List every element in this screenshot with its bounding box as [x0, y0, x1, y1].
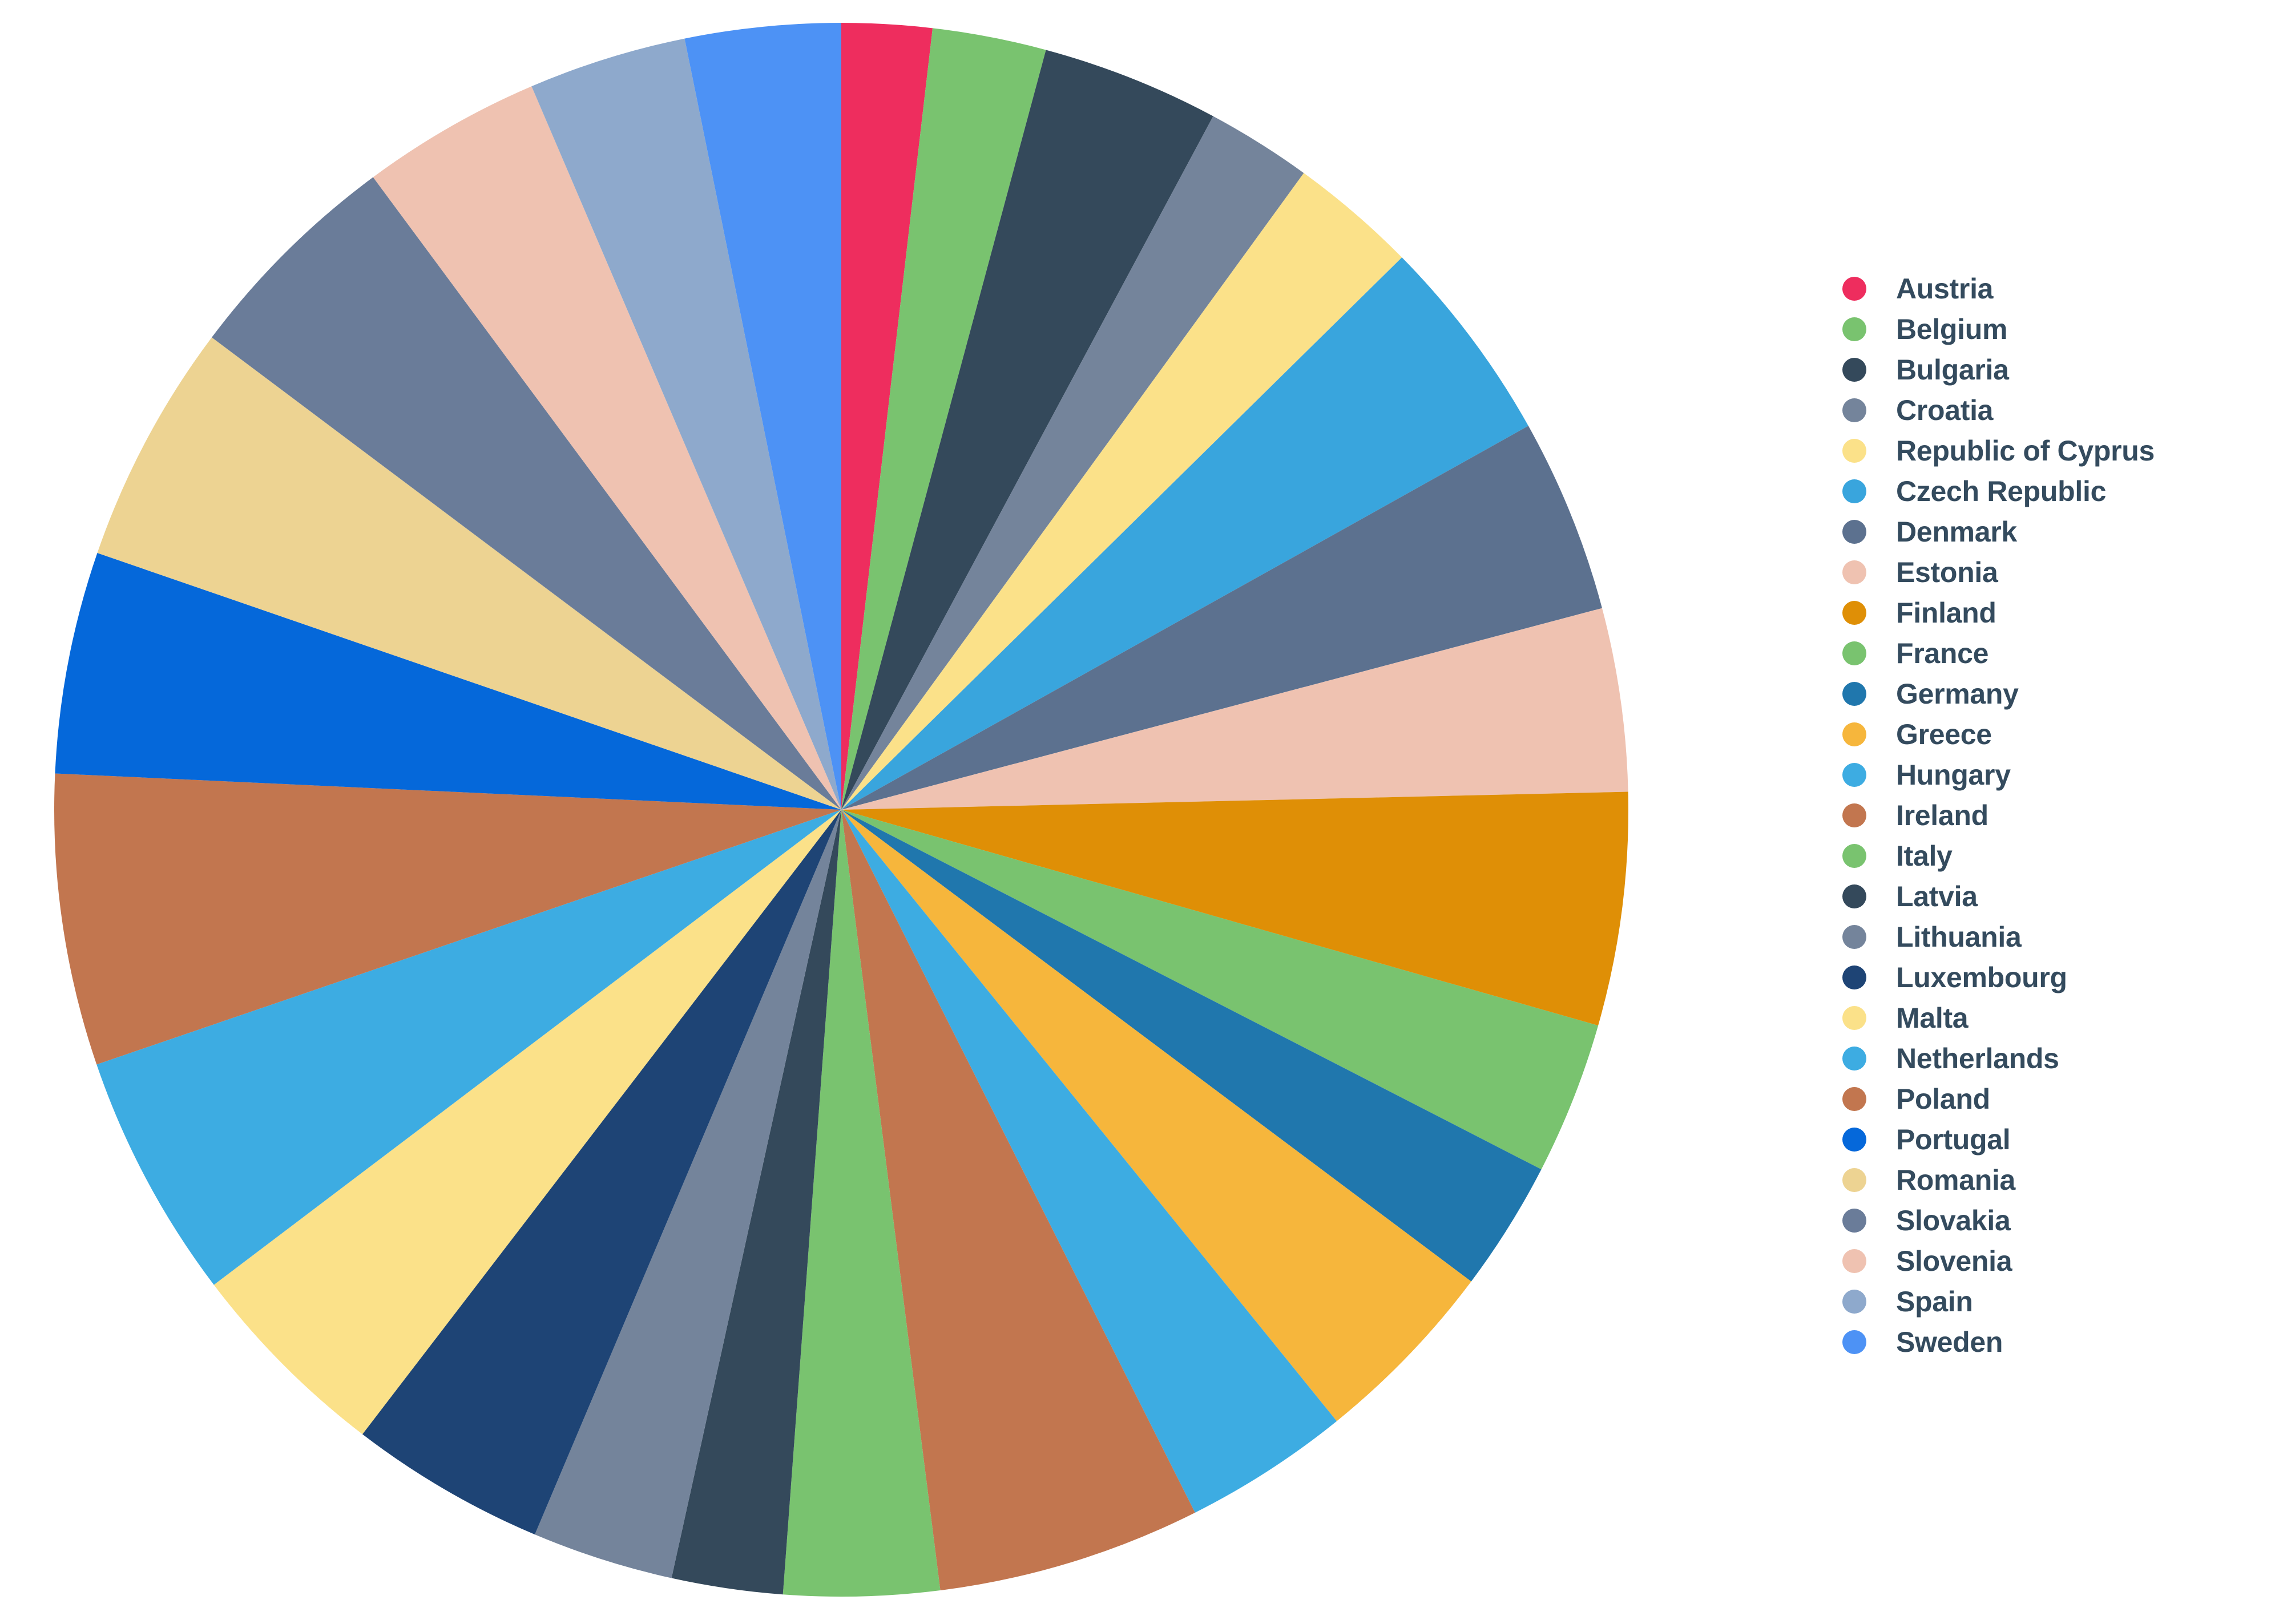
legend-item-label: Latvia [1896, 880, 1978, 912]
legend-color-swatch-icon [1842, 357, 1866, 382]
legend-item[interactable]: Netherlands [1842, 1038, 2276, 1078]
legend-color-swatch-icon [1842, 722, 1866, 746]
legend-item-label: Czech Republic [1896, 475, 2107, 507]
legend-item[interactable]: Lithuania [1842, 916, 2276, 957]
legend-item[interactable]: Denmark [1842, 511, 2276, 552]
legend-item-label: Croatia [1896, 394, 1994, 426]
legend-color-swatch-icon [1842, 884, 1866, 908]
legend-item[interactable]: Luxembourg [1842, 957, 2276, 997]
legend-color-swatch-icon [1842, 1249, 1866, 1273]
legend-item-label: Sweden [1896, 1326, 2003, 1358]
legend-item[interactable]: Finland [1842, 592, 2276, 633]
legend-item[interactable]: Republic of Cyprus [1842, 430, 2276, 471]
legend-item[interactable]: Romania [1842, 1160, 2276, 1200]
legend-color-swatch-icon [1842, 276, 1866, 301]
legend-item[interactable]: Poland [1842, 1078, 2276, 1119]
legend-item[interactable]: Latvia [1842, 876, 2276, 916]
legend-item-label: Austria [1896, 272, 1994, 305]
legend-item[interactable]: Portugal [1842, 1119, 2276, 1160]
legend-item[interactable]: France [1842, 633, 2276, 673]
legend-item-label: Denmark [1896, 515, 2017, 548]
legend-item-label: Spain [1896, 1285, 1973, 1318]
legend-color-swatch-icon [1842, 1330, 1866, 1354]
legend-item-label: Hungary [1896, 758, 2011, 791]
pie-chart-area [0, 0, 1769, 1624]
legend-item-label: Lithuania [1896, 920, 2022, 953]
legend-item-label: Bulgaria [1896, 353, 2009, 386]
legend-item[interactable]: Slovakia [1842, 1200, 2276, 1241]
legend-color-swatch-icon [1842, 600, 1866, 625]
legend-item-label: Luxembourg [1896, 961, 2067, 993]
legend-color-swatch-icon [1842, 1127, 1866, 1152]
legend-color-swatch-icon [1842, 1208, 1866, 1233]
legend-item-label: Portugal [1896, 1123, 2011, 1156]
legend-item[interactable]: Spain [1842, 1281, 2276, 1322]
legend-color-swatch-icon [1842, 519, 1866, 544]
legend-color-swatch-icon [1842, 762, 1866, 787]
legend-color-swatch-icon [1842, 965, 1866, 989]
legend-item-label: Belgium [1896, 313, 2008, 345]
legend-color-swatch-icon [1842, 641, 1866, 665]
legend-item-label: Germany [1896, 677, 2019, 710]
legend-color-swatch-icon [1842, 924, 1866, 949]
legend-item[interactable]: Hungary [1842, 754, 2276, 795]
legend-item[interactable]: Belgium [1842, 309, 2276, 349]
legend-color-swatch-icon [1842, 1167, 1866, 1192]
legend-color-swatch-icon [1842, 843, 1866, 868]
legend-item-label: Ireland [1896, 799, 1988, 831]
legend-item[interactable]: Ireland [1842, 795, 2276, 835]
legend-color-swatch-icon [1842, 1046, 1866, 1070]
legend-item[interactable]: Austria [1842, 268, 2276, 309]
legend-item-label: Poland [1896, 1082, 1990, 1115]
legend-color-swatch-icon [1842, 398, 1866, 422]
legend-item-label: Estonia [1896, 556, 1998, 588]
legend-item-label: Romania [1896, 1164, 2016, 1196]
legend-item[interactable]: Germany [1842, 673, 2276, 714]
legend-color-swatch-icon [1842, 681, 1866, 706]
pie-slices-group [54, 23, 1628, 1597]
legend-item-label: Republic of Cyprus [1896, 434, 2155, 467]
legend-item-label: France [1896, 637, 1989, 669]
legend-color-swatch-icon [1842, 803, 1866, 827]
legend-color-swatch-icon [1842, 1005, 1866, 1030]
legend-item-label: Slovakia [1896, 1204, 2011, 1237]
legend-color-swatch-icon [1842, 1289, 1866, 1314]
legend-item-label: Netherlands [1896, 1042, 2059, 1074]
legend-item[interactable]: Slovenia [1842, 1241, 2276, 1281]
legend-item[interactable]: Bulgaria [1842, 349, 2276, 390]
legend-item[interactable]: Greece [1842, 714, 2276, 754]
legend-color-swatch-icon [1842, 560, 1866, 584]
legend-item[interactable]: Malta [1842, 997, 2276, 1038]
legend-item[interactable]: Czech Republic [1842, 471, 2276, 511]
legend-item-label: Finland [1896, 596, 1996, 629]
legend-item-label: Malta [1896, 1001, 1969, 1034]
legend-item-label: Greece [1896, 718, 1992, 750]
legend-color-swatch-icon [1842, 1086, 1866, 1111]
legend-color-swatch-icon [1842, 317, 1866, 341]
legend-color-swatch-icon [1842, 438, 1866, 463]
legend-item-label: Slovenia [1896, 1245, 2012, 1277]
legend-item[interactable]: Croatia [1842, 390, 2276, 430]
legend-item-label: Italy [1896, 839, 1953, 872]
pie-chart-figure: Austria Belgium Bulgaria Croatia Republic of… [0, 0, 2283, 1624]
legend-item[interactable]: Estonia [1842, 552, 2276, 592]
legend-item[interactable]: Italy [1842, 835, 2276, 876]
legend-color-swatch-icon [1842, 479, 1866, 503]
legend-item[interactable]: Sweden [1842, 1322, 2276, 1362]
pie-svg [54, 23, 1628, 1597]
chart-legend: Austria Belgium Bulgaria Croatia Republic of… [1842, 268, 2276, 1362]
